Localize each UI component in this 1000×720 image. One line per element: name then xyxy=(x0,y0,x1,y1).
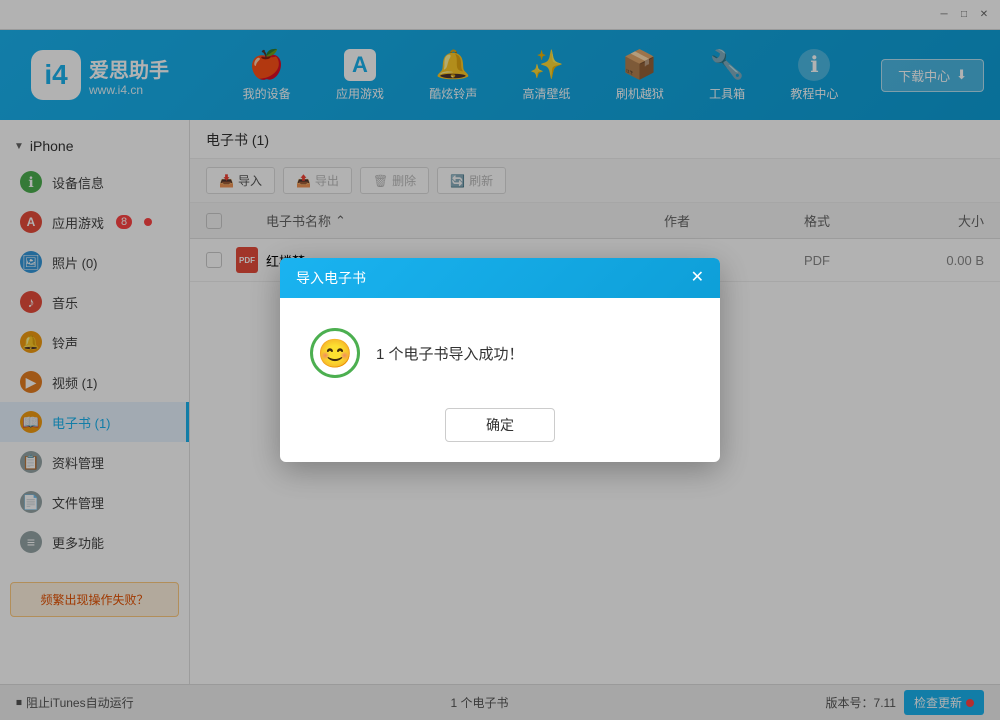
modal-title: 导入电子书 xyxy=(296,268,366,288)
modal-footer: 确定 xyxy=(280,398,720,462)
modal-overlay: 导入电子书 ✕ 😊 1 个电子书导入成功！ 确定 xyxy=(0,0,1000,720)
success-icon: 😊 xyxy=(310,328,360,378)
modal-title-bar: 导入电子书 ✕ xyxy=(280,258,720,298)
modal-message: 1 个电子书导入成功！ xyxy=(376,343,524,364)
confirm-button[interactable]: 确定 xyxy=(445,408,555,442)
import-success-modal: 导入电子书 ✕ 😊 1 个电子书导入成功！ 确定 xyxy=(280,258,720,462)
modal-close-button[interactable]: ✕ xyxy=(691,270,704,286)
modal-body: 😊 1 个电子书导入成功！ xyxy=(280,298,720,398)
